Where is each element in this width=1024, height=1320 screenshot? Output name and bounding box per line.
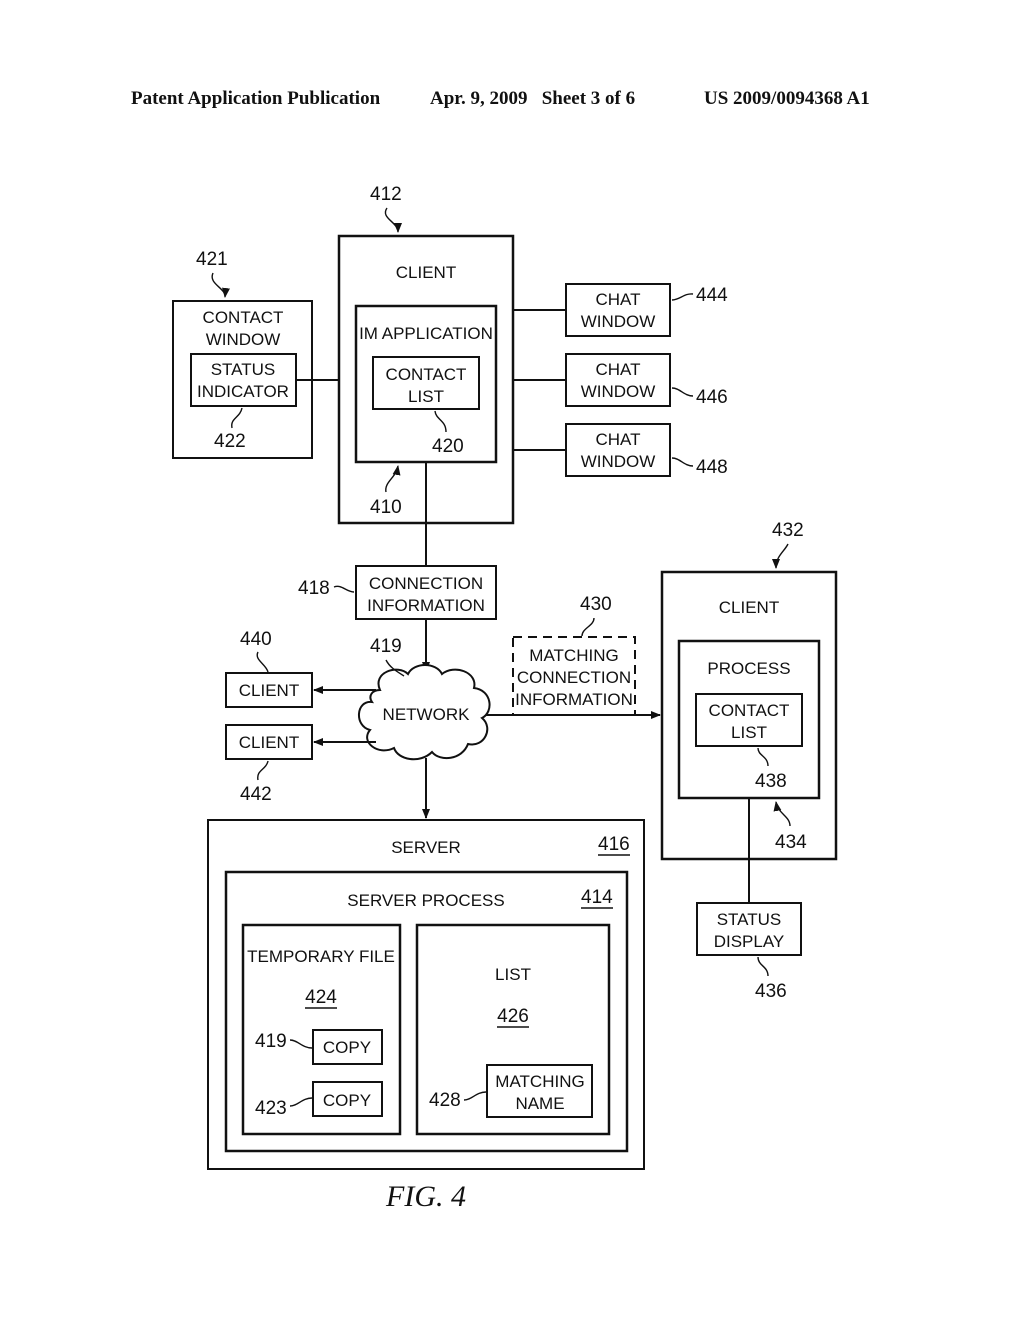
status-display-436: STATUS DISPLAY 436 xyxy=(696,902,802,1002)
ref-430: 430 xyxy=(580,594,612,615)
server-process-label: SERVER PROCESS xyxy=(347,891,504,910)
ref-436: 436 xyxy=(755,981,787,1002)
network-label: NETWORK xyxy=(383,705,471,724)
client-440-label: CLIENT xyxy=(239,681,299,700)
contact-list-420-line2: LIST xyxy=(408,387,444,406)
chat-446-line2: WINDOW xyxy=(581,382,656,401)
chat-window-448: CHAT WINDOW 448 xyxy=(565,423,728,478)
contact-window-line1: CONTACT xyxy=(203,308,284,327)
ref-438: 438 xyxy=(755,771,787,792)
ref-420: 420 xyxy=(432,436,464,457)
ref-426: 426 xyxy=(497,1006,529,1027)
chat-448-line1: CHAT xyxy=(595,430,640,449)
copy-419-label: COPY xyxy=(323,1038,371,1057)
connection-info-line1: CONNECTION xyxy=(369,574,483,593)
matching-name-line2: NAME xyxy=(515,1094,564,1113)
temporary-file-label: TEMPORARY FILE xyxy=(247,947,395,966)
ref-419-network: 419 xyxy=(370,636,402,657)
chat-448-line2: WINDOW xyxy=(581,452,656,471)
contact-window-line2: WINDOW xyxy=(206,330,281,349)
status-indicator-line2: INDICATOR xyxy=(197,382,289,401)
ref-434: 434 xyxy=(775,832,807,853)
matching-line1: MATCHING xyxy=(529,646,618,665)
ref-440: 440 xyxy=(240,629,272,650)
figure-diagram: CLIENT 412 IM APPLICATION 410 CONTACT LI… xyxy=(172,184,838,1213)
ref-418: 418 xyxy=(298,578,330,599)
contact-list-420-line1: CONTACT xyxy=(386,365,467,384)
ref-446: 446 xyxy=(696,387,728,408)
ref-414: 414 xyxy=(581,887,613,908)
connection-info-line2: INFORMATION xyxy=(367,596,485,615)
network-cloud-419: NETWORK 419 xyxy=(358,636,491,761)
ref-424: 424 xyxy=(305,987,337,1008)
matching-connection-information-430: MATCHING CONNECTION INFORMATION 430 xyxy=(512,594,636,716)
connection-information-418: CONNECTION INFORMATION 418 xyxy=(298,565,497,620)
chat-446-line1: CHAT xyxy=(595,360,640,379)
ref-448: 448 xyxy=(696,457,728,478)
ref-410: 410 xyxy=(370,497,402,518)
copy-423-label: COPY xyxy=(323,1091,371,1110)
status-display-line1: STATUS xyxy=(717,910,782,929)
ref-442: 442 xyxy=(240,784,272,805)
ref-428: 428 xyxy=(429,1090,461,1111)
ref-444: 444 xyxy=(696,285,728,306)
contact-list-438-line1: CONTACT xyxy=(709,701,790,720)
chat-444-line2: WINDOW xyxy=(581,312,656,331)
im-application-label: IM APPLICATION xyxy=(359,324,493,343)
status-indicator-line1: STATUS xyxy=(211,360,276,379)
status-display-line2: DISPLAY xyxy=(714,932,785,951)
ref-421: 421 xyxy=(196,249,228,270)
list-label: LIST xyxy=(495,965,531,984)
client-442-label: CLIENT xyxy=(239,733,299,752)
client-442: CLIENT 442 xyxy=(225,724,313,805)
figure-caption: FIG. 4 xyxy=(385,1180,466,1213)
matching-name-line1: MATCHING xyxy=(495,1072,584,1091)
chat-window-444: CHAT WINDOW 444 xyxy=(565,283,728,337)
contact-list-438-line2: LIST xyxy=(731,723,767,742)
chat-window-446: CHAT WINDOW 446 xyxy=(565,353,728,408)
ref-412: 412 xyxy=(370,184,402,205)
ref-423: 423 xyxy=(255,1098,287,1119)
chat-444-line1: CHAT xyxy=(595,290,640,309)
server-label: SERVER xyxy=(391,838,461,857)
ref-416: 416 xyxy=(598,834,630,855)
ref-419-copy: 419 xyxy=(255,1031,287,1052)
client-412-label: CLIENT xyxy=(396,263,456,282)
ref-432: 432 xyxy=(772,520,804,541)
matching-line3: INFORMATION xyxy=(515,690,633,709)
process-label: PROCESS xyxy=(707,659,790,678)
ref-422: 422 xyxy=(214,431,246,452)
matching-line2: CONNECTION xyxy=(517,668,631,687)
client-432-label: CLIENT xyxy=(719,598,779,617)
client-440: CLIENT 440 xyxy=(225,629,313,708)
